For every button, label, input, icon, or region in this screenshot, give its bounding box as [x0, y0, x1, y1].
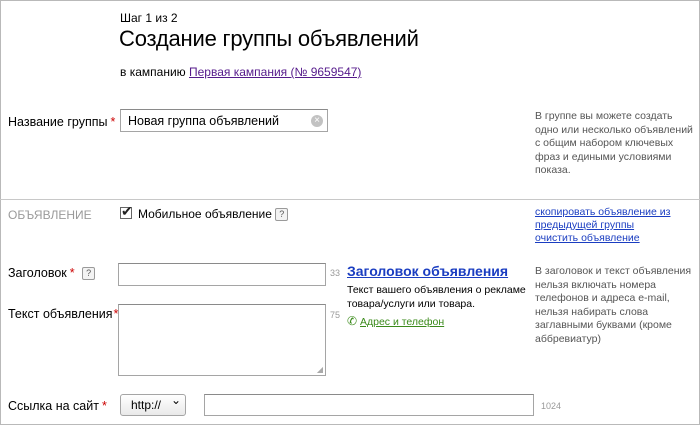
ad-text-textarea[interactable]: ◢	[118, 304, 326, 376]
mobile-ad-checkbox[interactable]: ✔	[120, 203, 133, 219]
preview-contact: ✆ Адрес и телефон	[347, 314, 527, 328]
resize-handle-icon[interactable]: ◢	[317, 365, 323, 374]
group-name-value: Новая группа объявлений	[128, 114, 280, 128]
page-title: Создание группы объявлений	[119, 26, 419, 51]
headline-counter: 33	[330, 268, 341, 278]
phone-icon: ✆	[347, 314, 358, 328]
group-name-input[interactable]: Новая группа объявлений ×	[120, 109, 328, 132]
mobile-ad-label: Мобильное объявление ?	[138, 207, 289, 221]
campaign-link[interactable]: Первая кампания (№ 9659547)	[189, 65, 361, 79]
section-divider	[0, 199, 700, 200]
step-indicator: Шаг 1 из 2	[120, 11, 178, 25]
protocol-select[interactable]: http:// ⌄	[120, 393, 186, 416]
clear-ad-link[interactable]: очистить объявление	[535, 232, 640, 244]
site-url-input[interactable]	[204, 394, 534, 416]
preview-title[interactable]: Заголовок объявления	[347, 263, 508, 279]
headline-input[interactable]	[118, 263, 326, 286]
required-mark: *	[101, 399, 107, 413]
group-name-hint: В группе вы можете создать одно или неск…	[535, 110, 693, 176]
help-icon[interactable]: ?	[275, 208, 289, 221]
group-name-label: Название группы *	[8, 115, 116, 129]
check-icon: ✔	[121, 203, 133, 219]
campaign-prefix: в кампанию	[120, 65, 186, 79]
site-link-label: Ссылка на сайт *	[8, 399, 107, 413]
clear-icon[interactable]: ×	[311, 115, 323, 127]
copy-ad-link[interactable]: скопировать объявление из предыдущей груп…	[535, 206, 670, 231]
protocol-value: http://	[131, 398, 162, 412]
ad-preview: Заголовок объявления Текст вашего объявл…	[347, 263, 527, 328]
help-icon[interactable]: ?	[82, 267, 96, 280]
required-mark: *	[110, 115, 116, 129]
chevron-down-icon: ⌄	[171, 393, 182, 407]
ad-section-label: ОБЪЯВЛЕНИЕ	[8, 208, 92, 222]
site-url-counter: 1024	[541, 401, 562, 411]
contact-link[interactable]: Адрес и телефон	[360, 316, 444, 328]
ad-text-counter: 75	[330, 310, 341, 320]
required-mark: *	[69, 266, 75, 280]
ad-hint: В заголовок и текст объявления нельзя вк…	[535, 265, 692, 345]
preview-text: Текст вашего объявления о рекламе товара…	[347, 284, 526, 310]
headline-label: Заголовок * ?	[8, 266, 96, 280]
ad-section-links: скопировать объявление из предыдущей груп…	[535, 206, 670, 245]
ad-text-label: Текст объявления*	[8, 307, 119, 321]
campaign-line: в кампанию Первая кампания (№ 9659547)	[120, 65, 361, 79]
